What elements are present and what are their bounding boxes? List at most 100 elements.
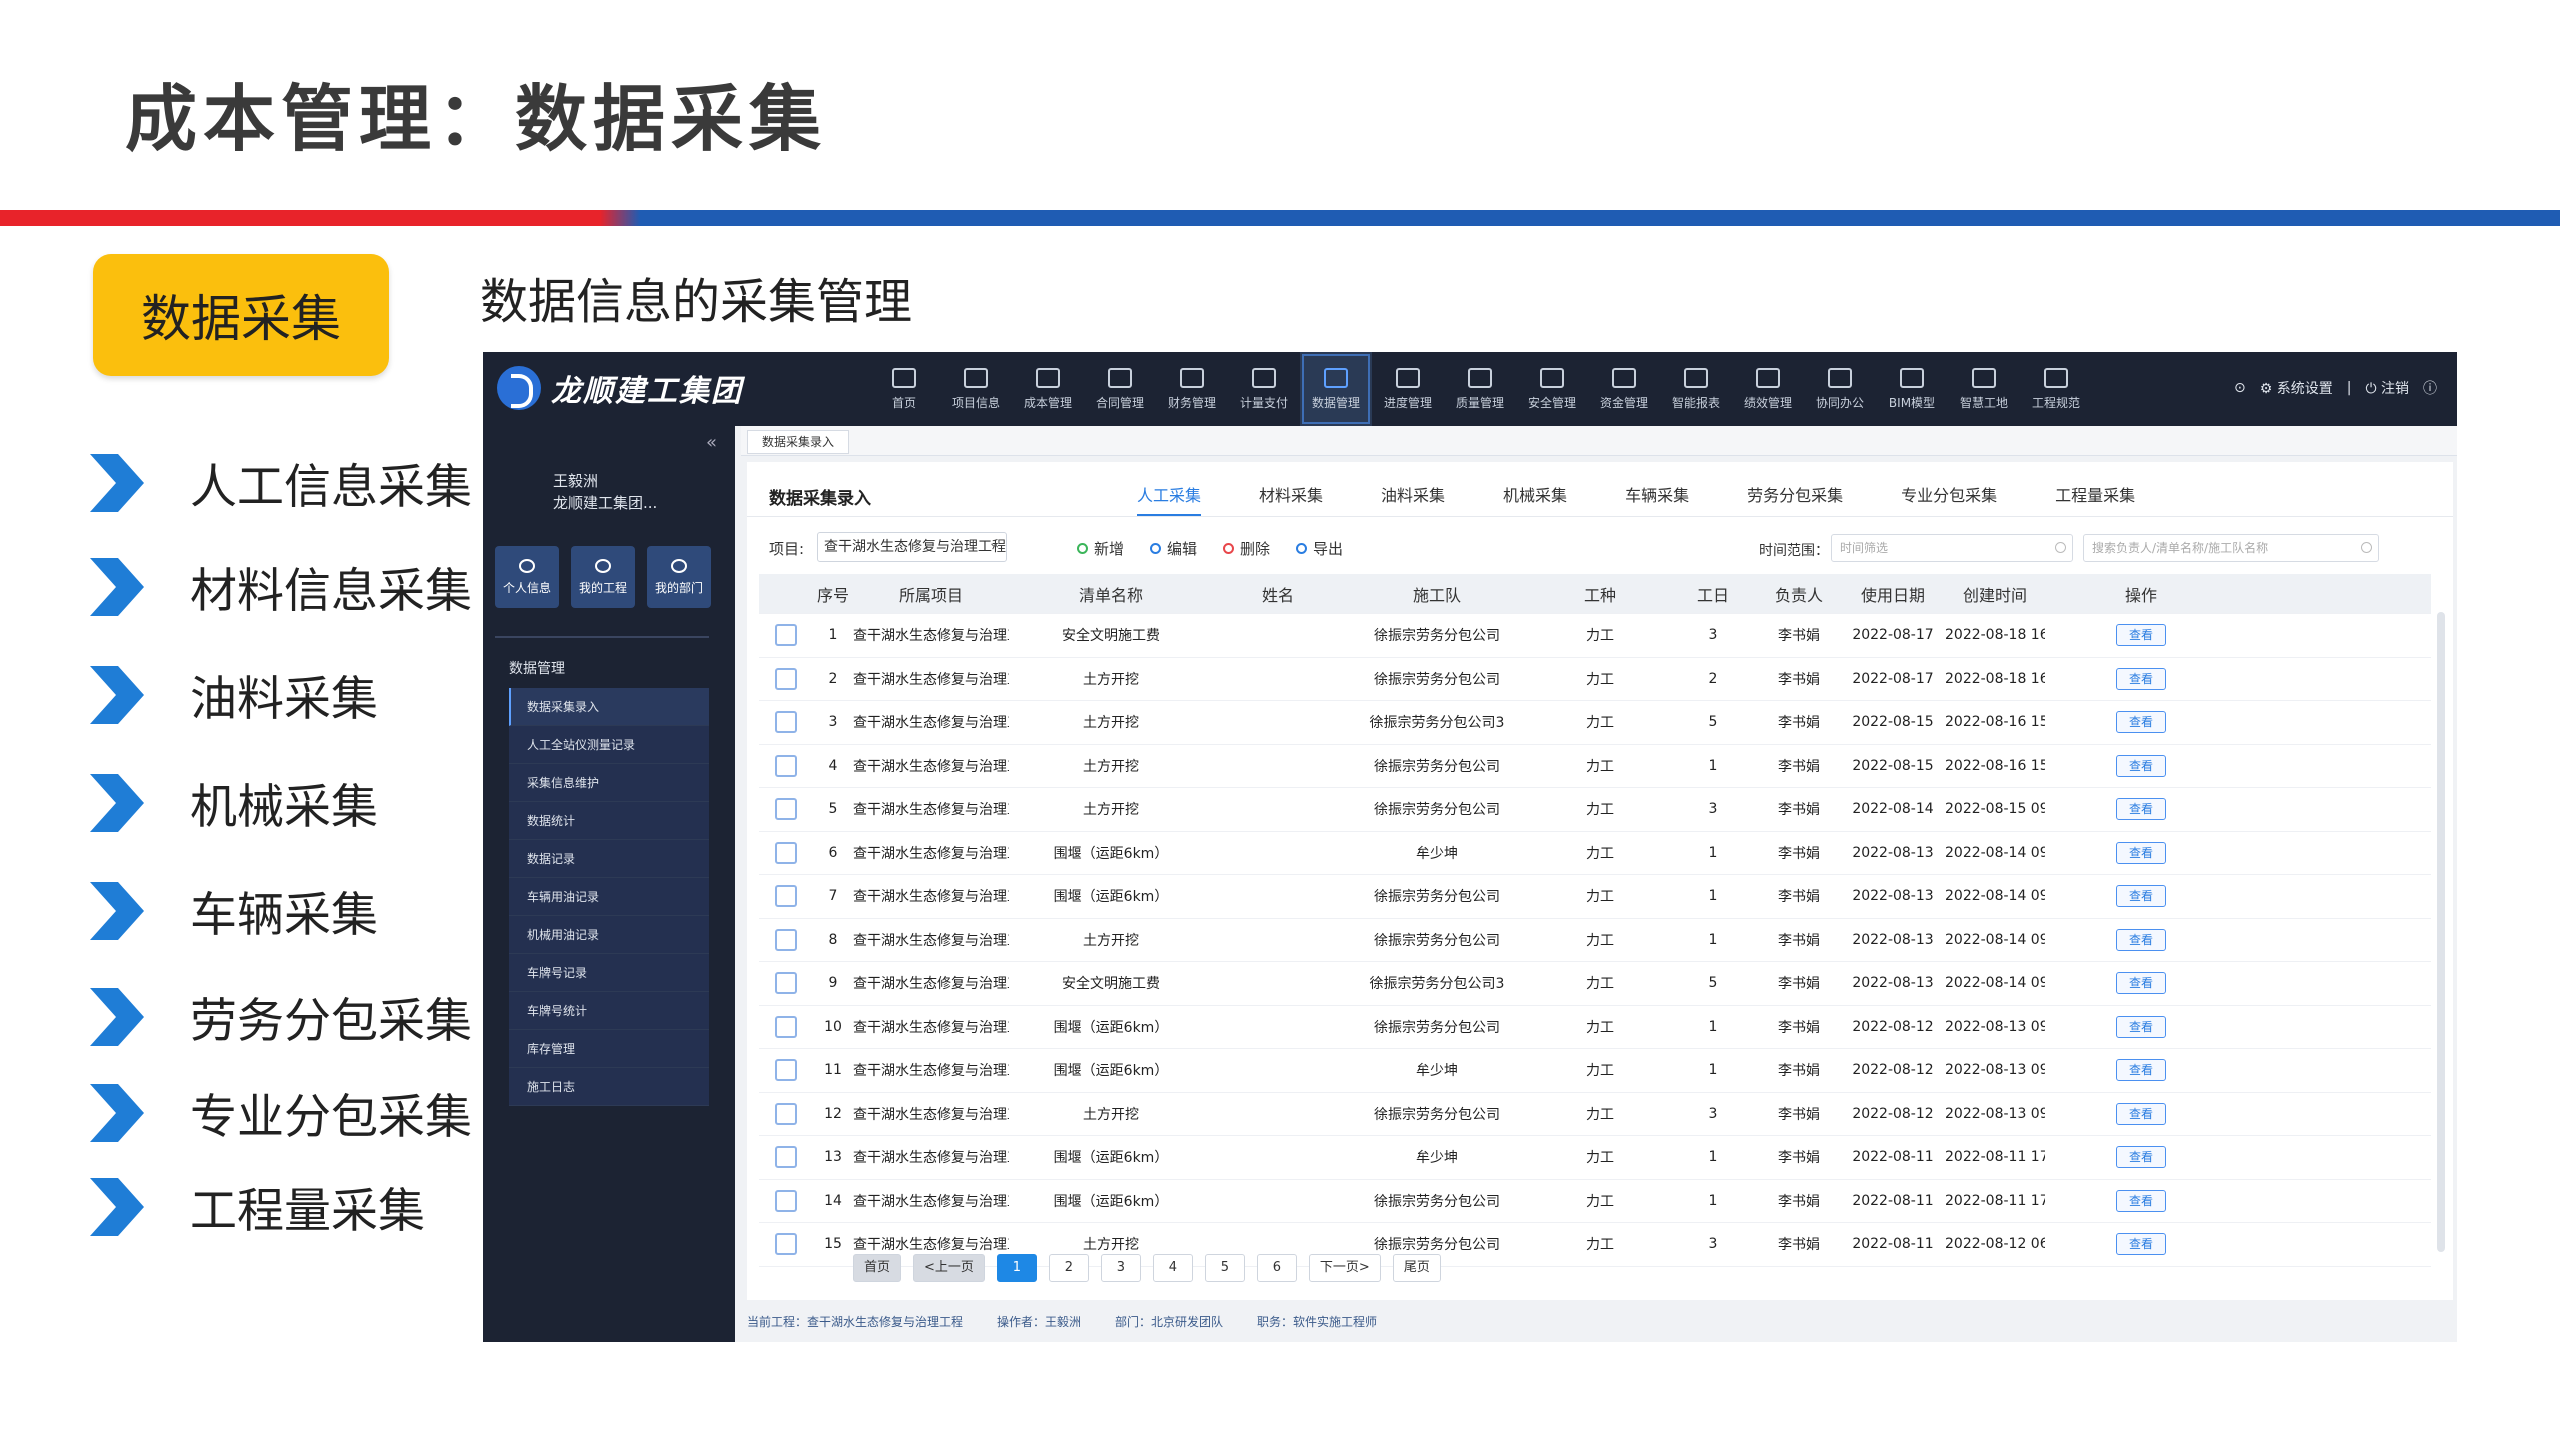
info-icon[interactable]: ⓘ: [2423, 378, 2437, 398]
left-nav-item[interactable]: 劳务分包采集: [88, 982, 472, 1051]
collection-tab[interactable]: 人工采集: [1137, 482, 1202, 516]
quick-button[interactable]: 个人信息: [495, 546, 559, 608]
toolbar-action-button[interactable]: 新增: [1077, 538, 1124, 559]
row-checkbox[interactable]: [775, 711, 797, 734]
row-checkbox[interactable]: [775, 798, 797, 821]
top-nav-item[interactable]: 智慧工地: [1948, 352, 2020, 426]
pager-prev-button[interactable]: <上一页: [913, 1254, 985, 1282]
pager-first-button[interactable]: 首页: [853, 1254, 902, 1282]
sidebar-item[interactable]: 车牌号统计: [509, 992, 709, 1030]
sidebar-item[interactable]: 机械用油记录: [509, 916, 709, 954]
top-nav-item[interactable]: BIM模型: [1876, 352, 1948, 426]
top-nav-item[interactable]: 安全管理: [1516, 352, 1588, 426]
company-logo[interactable]: 龙顺建工集团: [497, 366, 743, 410]
view-button[interactable]: 查看: [2116, 885, 2166, 908]
toolbar-action-button[interactable]: 编辑: [1150, 538, 1197, 559]
project-select[interactable]: 查干湖水生态修复与治理工程: [817, 532, 1007, 562]
pager-page-button[interactable]: 6: [1256, 1254, 1297, 1282]
time-filter-input[interactable]: 时间筛选: [1831, 534, 2073, 562]
search-input[interactable]: 搜索负责人/清单名称/施工队名称: [2083, 534, 2379, 562]
top-nav-item[interactable]: 成本管理: [1012, 352, 1084, 426]
left-nav-item[interactable]: 机械采集: [88, 768, 378, 837]
top-nav-item[interactable]: 首页: [868, 352, 940, 426]
view-button[interactable]: 查看: [2116, 1102, 2166, 1125]
collection-tab[interactable]: 机械采集: [1503, 482, 1567, 516]
pager-page-button[interactable]: 3: [1100, 1254, 1141, 1282]
row-checkbox[interactable]: [775, 1102, 797, 1125]
logout-link[interactable]: ⏻ 注销: [2365, 378, 2409, 398]
sidebar-item[interactable]: 数据记录: [509, 840, 709, 878]
view-button[interactable]: 查看: [2116, 928, 2166, 951]
view-button[interactable]: 查看: [2116, 1146, 2166, 1169]
row-checkbox[interactable]: [775, 1146, 797, 1169]
sidebar-item[interactable]: 采集信息维护: [509, 764, 709, 802]
sidebar-item[interactable]: 人工全站仪测量记录: [509, 726, 709, 764]
top-nav-item[interactable]: 工程规范: [2020, 352, 2092, 426]
row-checkbox[interactable]: [775, 841, 797, 864]
left-nav-item[interactable]: 车辆采集: [88, 876, 378, 945]
view-button[interactable]: 查看: [2116, 1233, 2166, 1256]
top-nav-item[interactable]: 数据管理: [1300, 352, 1372, 426]
view-button[interactable]: 查看: [2116, 1189, 2166, 1212]
page-tab-data-entry[interactable]: 数据采集录入: [747, 430, 850, 454]
toolbar-action-button[interactable]: 删除: [1223, 538, 1270, 559]
row-checkbox[interactable]: [775, 624, 797, 647]
row-checkbox[interactable]: [775, 885, 797, 908]
quick-button[interactable]: 我的部门: [647, 546, 711, 608]
view-button[interactable]: 查看: [2116, 754, 2166, 777]
top-nav-item[interactable]: 绩效管理: [1732, 352, 1804, 426]
quick-button[interactable]: 我的工程: [571, 546, 635, 608]
row-checkbox[interactable]: [775, 1059, 797, 1082]
collection-tab[interactable]: 油料采集: [1381, 482, 1445, 516]
view-button[interactable]: 查看: [2116, 841, 2166, 864]
row-checkbox[interactable]: [775, 1015, 797, 1038]
sidebar-item[interactable]: 车辆用油记录: [509, 878, 709, 916]
pager-page-button[interactable]: 1: [996, 1254, 1037, 1282]
left-nav-item[interactable]: 工程量采集: [88, 1172, 425, 1241]
collection-tab[interactable]: 工程量采集: [2055, 482, 2135, 516]
top-nav-item[interactable]: 项目信息: [940, 352, 1012, 426]
view-button[interactable]: 查看: [2116, 1059, 2166, 1082]
top-nav-item[interactable]: 质量管理: [1444, 352, 1516, 426]
collapse-sidebar-icon[interactable]: «: [706, 432, 717, 453]
pager-next-button[interactable]: 下一页>: [1308, 1254, 1381, 1282]
row-checkbox[interactable]: [775, 972, 797, 995]
row-checkbox[interactable]: [775, 928, 797, 951]
top-nav-item[interactable]: 智能报表: [1660, 352, 1732, 426]
top-nav-item[interactable]: 进度管理: [1372, 352, 1444, 426]
top-nav-item[interactable]: 计量支付: [1228, 352, 1300, 426]
row-checkbox[interactable]: [775, 754, 797, 777]
view-button[interactable]: 查看: [2116, 667, 2166, 690]
sidebar-item[interactable]: 库存管理: [509, 1030, 709, 1068]
sidebar-item[interactable]: 数据采集录入: [509, 688, 709, 726]
collection-tab[interactable]: 专业分包采集: [1901, 482, 1997, 516]
message-icon[interactable]: ⊙: [2234, 380, 2246, 396]
row-checkbox[interactable]: [775, 1233, 797, 1256]
top-nav-item[interactable]: 财务管理: [1156, 352, 1228, 426]
row-checkbox[interactable]: [775, 1189, 797, 1212]
view-button[interactable]: 查看: [2116, 1015, 2166, 1038]
left-nav-item[interactable]: 专业分包采集: [88, 1078, 472, 1147]
pager-page-button[interactable]: 5: [1204, 1254, 1245, 1282]
settings-link[interactable]: ⚙ 系统设置: [2260, 378, 2333, 398]
pager-page-button[interactable]: 2: [1048, 1254, 1089, 1282]
table-scrollbar[interactable]: [2437, 612, 2445, 1252]
top-nav-item[interactable]: 资金管理: [1588, 352, 1660, 426]
left-nav-item[interactable]: 人工信息采集: [88, 448, 472, 517]
view-button[interactable]: 查看: [2116, 972, 2166, 995]
top-nav-item[interactable]: 协同办公: [1804, 352, 1876, 426]
left-nav-item[interactable]: 材料信息采集: [88, 552, 472, 621]
collection-tab[interactable]: 劳务分包采集: [1747, 482, 1843, 516]
view-button[interactable]: 查看: [2116, 711, 2166, 734]
collection-tab[interactable]: 材料采集: [1259, 482, 1323, 516]
sidebar-item[interactable]: 车牌号记录: [509, 954, 709, 992]
sidebar-item[interactable]: 施工日志: [509, 1068, 709, 1106]
pager-last-button[interactable]: 尾页: [1392, 1254, 1441, 1282]
toolbar-action-button[interactable]: 导出: [1296, 538, 1343, 559]
sidebar-item[interactable]: 数据统计: [509, 802, 709, 840]
view-button[interactable]: 查看: [2116, 798, 2166, 821]
collection-tab[interactable]: 车辆采集: [1625, 482, 1689, 516]
row-checkbox[interactable]: [775, 667, 797, 690]
sidebar-section-title[interactable]: 数据管理: [509, 658, 565, 678]
view-button[interactable]: 查看: [2116, 624, 2166, 647]
